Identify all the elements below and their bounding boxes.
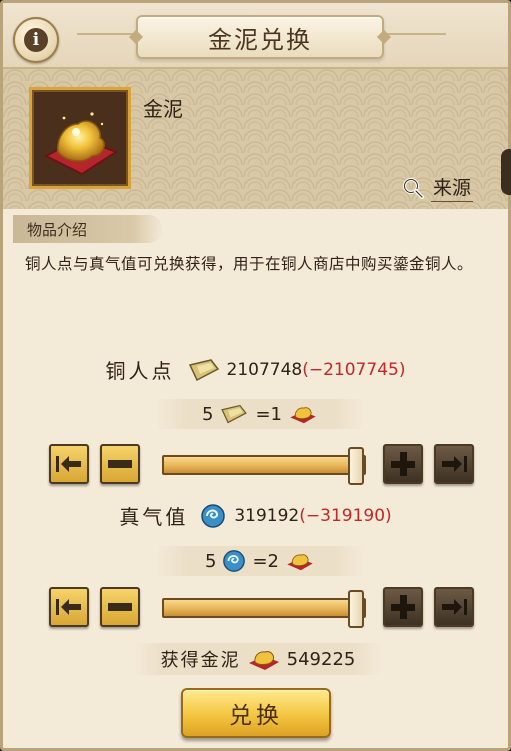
source-label: 来源 [431,173,474,202]
copper-rate-result: =1 [255,403,282,425]
qi-rate-result: =2 [252,550,279,572]
copper-ingot-icon [221,404,248,424]
qi-amount: 319192 [234,505,300,526]
minus-icon [108,460,132,468]
qi-orb-icon [201,503,226,528]
dialog-header: i 金泥兑换 [3,3,508,69]
qi-orb-icon [223,550,246,572]
arrow-left-icon [56,599,81,615]
header-ornament-right [386,33,446,35]
header-ornament-left [77,33,135,35]
copper-ingot-icon [188,358,219,381]
copper-rate-cost: 5 [202,403,214,425]
copper-points-line: 铜人点 2107748 (−2107745) [3,355,508,384]
obtain-amount: 549225 [286,648,356,670]
qi-decrease-button[interactable] [100,587,140,627]
exchange-button[interactable]: 兑换 [181,688,331,738]
arrow-left-icon [56,456,81,472]
source-link[interactable]: 来源 [401,173,474,202]
copper-rate: 5 =1 [155,399,365,429]
obtain-summary: 获得金泥 549225 [133,643,383,675]
item-slot[interactable] [29,87,131,189]
gold-mud-icon [248,651,279,670]
qi-min-button[interactable] [49,587,89,627]
copper-max-button[interactable] [434,444,474,484]
qi-max-button[interactable] [434,587,474,627]
description-text: 铜人点与真气值可兑换获得，用于在铜人商店中购买鎏金铜人。 [25,255,474,273]
qi-slider[interactable] [162,590,366,628]
qi-slider-handle[interactable] [348,590,364,628]
copper-points-label: 铜人点 [105,359,175,383]
qi-rate-cost: 5 [205,550,217,572]
copper-slider-row [3,444,508,486]
item-panel: 金泥 来源 [3,69,511,209]
qi-rate: 5 =2 [155,546,365,576]
qi-label: 真气值 [119,505,189,529]
copper-increase-button[interactable] [383,444,423,484]
exchange-dialog: i 金泥兑换 金泥 来源 物品介绍 铜人点与真气值可兑换获得，用于在铜人商店中购… [0,0,511,751]
copper-points-change: (−2107745) [302,359,406,380]
copper-slider-handle[interactable] [348,447,364,485]
copper-points-amount: 2107748 [226,359,303,380]
gold-mud-icon [287,554,313,571]
item-name: 金泥 [143,97,183,121]
search-icon [403,177,424,199]
arrow-right-icon [442,456,467,472]
plus-icon [391,595,415,619]
arrow-right-icon [442,599,467,615]
gold-mud-icon [290,407,316,424]
qi-line: 真气值 319192 (−319190) [3,501,508,530]
info-button[interactable]: i [13,17,59,63]
side-tab[interactable] [501,149,511,195]
plus-icon [391,452,415,476]
copper-min-button[interactable] [49,444,89,484]
qi-slider-row [3,587,508,629]
description-tab: 物品介绍 [13,215,163,243]
minus-icon [108,603,132,611]
dialog-title: 金泥兑换 [136,15,384,59]
info-icon: i [24,28,48,52]
qi-increase-button[interactable] [383,587,423,627]
copper-decrease-button[interactable] [100,444,140,484]
qi-change: (−319190) [299,505,392,526]
obtain-label: 获得金泥 [160,650,241,671]
copper-slider[interactable] [162,447,366,485]
gold-mud-item-icon [43,112,119,176]
